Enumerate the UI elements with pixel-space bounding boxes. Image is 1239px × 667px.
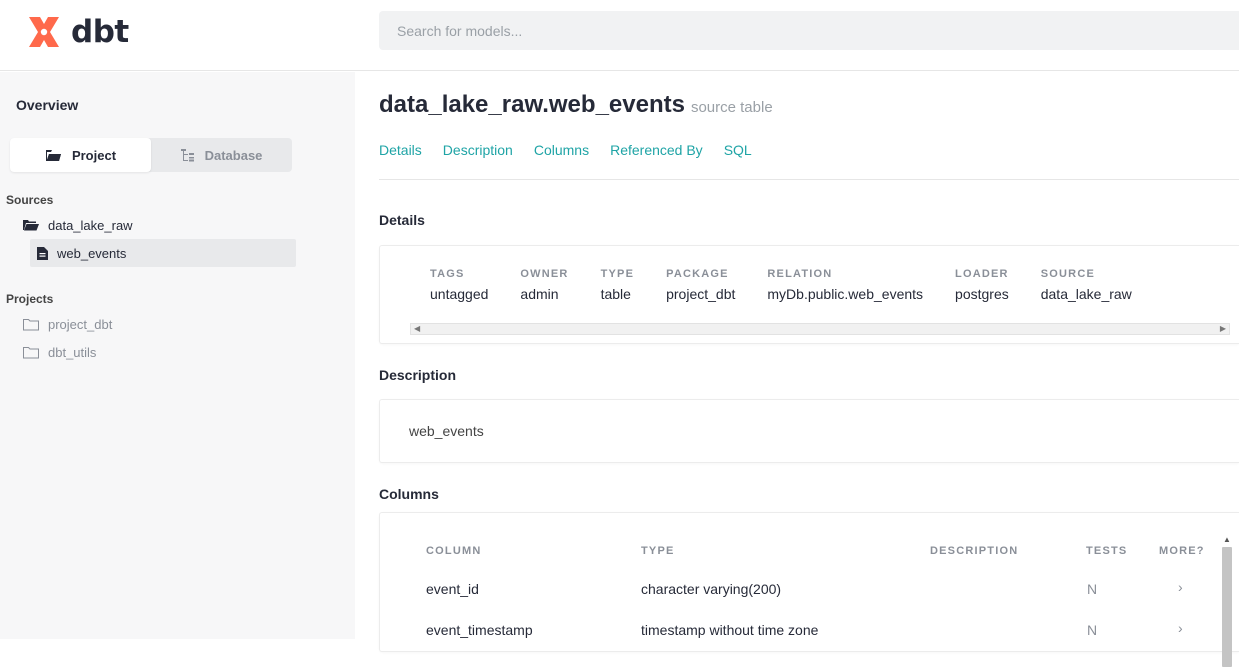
- document-icon: [37, 246, 48, 260]
- database-tab-label: Database: [204, 147, 263, 163]
- detail-label: TAGS: [430, 268, 465, 280]
- columns-heading: Columns: [379, 486, 439, 502]
- detail-label: RELATION: [767, 268, 833, 280]
- chevron-right-icon[interactable]: ›: [1178, 620, 1183, 636]
- page-title-text: data_lake_raw.web_events: [379, 91, 685, 118]
- divider: [379, 179, 1239, 180]
- project-tab-label: Project: [71, 147, 117, 163]
- detail-tags: TAGS untagged: [430, 268, 488, 302]
- scrollbar-thumb[interactable]: [1222, 547, 1232, 667]
- detail-value: postgres: [955, 286, 1009, 302]
- search-input[interactable]: [379, 11, 1239, 50]
- detail-value: data_lake_raw: [1040, 286, 1132, 302]
- detail-source: SOURCE data_lake_raw: [1041, 268, 1132, 302]
- dbt-logo-icon: [29, 17, 59, 47]
- projects-heading: Projects: [6, 292, 54, 306]
- scroll-up-arrow-icon[interactable]: ▲: [1223, 535, 1231, 544]
- description-heading: Description: [379, 367, 457, 383]
- detail-value: project_dbt: [666, 286, 736, 302]
- col-header-type: TYPE: [641, 545, 675, 557]
- sources-heading: Sources: [6, 193, 54, 207]
- column-name: event_id: [426, 581, 479, 597]
- scroll-right-arrow-icon[interactable]: ▶: [1220, 324, 1226, 334]
- source-table-web-events[interactable]: web_events: [30, 239, 296, 267]
- vertical-scrollbar[interactable]: ▲: [1220, 533, 1234, 667]
- column-tests: N: [1087, 581, 1098, 597]
- detail-value: myDb.public.web_events: [767, 286, 924, 302]
- column-name: event_timestamp: [426, 622, 533, 638]
- horizontal-scrollbar[interactable]: ◀ ▶: [410, 323, 1230, 335]
- col-header-tests: TESTS: [1086, 545, 1128, 557]
- sidebar: Overview Project Database Sources data_l…: [0, 72, 355, 639]
- description-panel: web_events: [379, 399, 1239, 463]
- detail-value: untagged: [430, 286, 489, 302]
- nav-link-details[interactable]: Details: [379, 142, 422, 158]
- main-content: data_lake_raw.web_events source table Det…: [379, 72, 1239, 667]
- project-folder-project-dbt[interactable]: project_dbt: [23, 315, 112, 333]
- detail-label: TYPE: [600, 268, 635, 280]
- database-tab[interactable]: Database: [151, 138, 292, 172]
- page-title: data_lake_raw.web_events source table: [379, 91, 773, 119]
- overview-link[interactable]: Overview: [16, 97, 78, 113]
- detail-label: PACKAGE: [666, 268, 729, 280]
- nav-link-description[interactable]: Description: [443, 142, 513, 158]
- folder-icon: [23, 346, 39, 358]
- nav-link-columns[interactable]: Columns: [534, 142, 589, 158]
- detail-label: LOADER: [955, 268, 1009, 280]
- columns-panel: COLUMN TYPE DESCRIPTION TESTS MORE? even…: [379, 512, 1239, 667]
- detail-type: TYPE table: [601, 268, 635, 302]
- details-heading: Details: [379, 212, 425, 228]
- detail-package: PACKAGE project_dbt: [666, 268, 735, 302]
- dbt-logo[interactable]: dbt: [25, 13, 129, 51]
- source-folder-label: data_lake_raw: [48, 217, 133, 233]
- detail-value: table: [600, 286, 631, 302]
- details-panel: TAGS untagged OWNER admin TYPE table PAC…: [379, 245, 1239, 344]
- project-folder-label: project_dbt: [48, 316, 113, 332]
- detail-relation: RELATION myDb.public.web_events: [767, 268, 923, 302]
- logo-text: dbt: [71, 14, 129, 50]
- view-switch: Project Database: [10, 138, 292, 172]
- folder-open-icon: [23, 220, 39, 231]
- column-tests: N: [1087, 622, 1098, 638]
- scroll-left-arrow-icon[interactable]: ◀: [414, 324, 420, 334]
- folder-icon: [23, 318, 39, 330]
- project-folder-label: dbt_utils: [48, 344, 97, 360]
- col-header-description: DESCRIPTION: [930, 545, 1019, 557]
- col-header-column: COLUMN: [426, 545, 482, 557]
- project-tab[interactable]: Project: [10, 138, 151, 172]
- detail-label: SOURCE: [1040, 268, 1095, 280]
- details-grid: TAGS untagged OWNER admin TYPE table PAC…: [430, 268, 1164, 302]
- nav-link-referenced-by[interactable]: Referenced By: [610, 142, 703, 158]
- folder-open-icon: [45, 149, 61, 161]
- chevron-right-icon[interactable]: ›: [1178, 579, 1183, 595]
- project-folder-dbt-utils[interactable]: dbt_utils: [23, 343, 96, 361]
- top-bar: dbt: [0, 0, 1239, 71]
- detail-value: admin: [520, 286, 559, 302]
- source-folder-data-lake-raw[interactable]: data_lake_raw: [23, 216, 133, 234]
- column-type: character varying(200): [641, 581, 782, 597]
- section-nav: Details Description Columns Referenced B…: [379, 142, 752, 158]
- description-text: web_events: [409, 423, 484, 439]
- detail-label: OWNER: [520, 268, 569, 280]
- detail-loader: LOADER postgres: [955, 268, 1009, 302]
- detail-owner: OWNER admin: [520, 268, 568, 302]
- page-subtitle: source table: [690, 99, 773, 116]
- database-tree-icon: [180, 148, 194, 161]
- nav-link-sql[interactable]: SQL: [724, 142, 752, 158]
- column-type: timestamp without time zone: [641, 622, 819, 638]
- source-table-label: web_events: [57, 245, 127, 261]
- col-header-more: MORE?: [1159, 545, 1205, 557]
